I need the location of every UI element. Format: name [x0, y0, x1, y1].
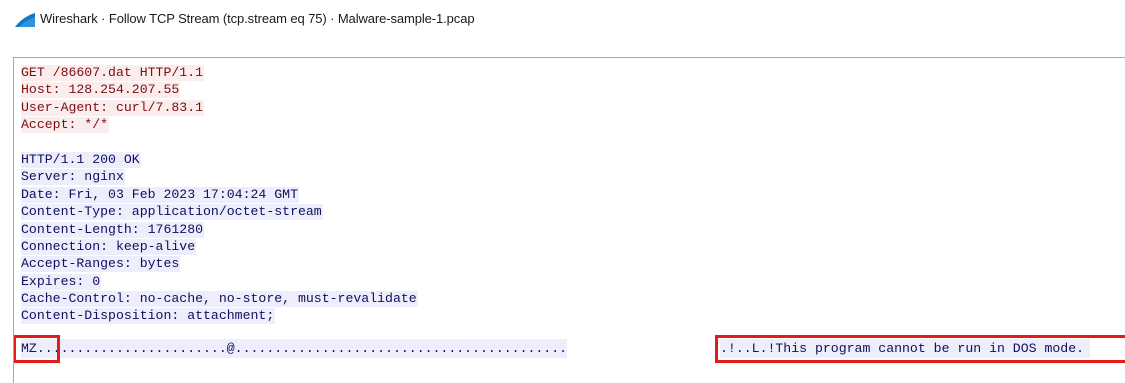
request-line-4: Accept: */* [21, 117, 110, 134]
stream-text[interactable]: GET /86607.dat HTTP/1.1 Host: 128.254.20… [14, 64, 1125, 363]
window-title: Wireshark · Follow TCP Stream (tcp.strea… [40, 11, 475, 26]
response-line-8: Expires: 0 [21, 273, 102, 290]
response-line-10: Content-Disposition: attachment; [21, 308, 276, 325]
dos-stub-text: .!..L.!This program cannot be run in DOS… [720, 338, 1091, 358]
response-line-7: Accept-Ranges: bytes [21, 256, 181, 273]
response-line-5: Content-Length: 1761280 [21, 221, 205, 238]
request-line-3: User-Agent: curl/7.83.1 [21, 99, 205, 116]
response-line-2: Server: nginx [21, 169, 125, 186]
binary-payload-left: MZ........................@.............… [21, 338, 568, 358]
response-line-1: HTTP/1.1 200 OK [21, 151, 141, 168]
request-line-2: Host: 128.254.207.55 [21, 82, 181, 99]
stream-content-pane[interactable]: GET /86607.dat HTTP/1.1 Host: 128.254.20… [13, 57, 1125, 383]
response-line-4: Content-Type: application/octet-stream [21, 204, 323, 221]
request-line-1: GET /86607.dat HTTP/1.1 [21, 65, 205, 81]
follow-tcp-stream-window: Wireshark · Follow TCP Stream (tcp.strea… [0, 0, 1125, 383]
response-line-9: Cache-Control: no-cache, no-store, must-… [21, 291, 418, 308]
response-line-6: Connection: keep-alive [21, 238, 197, 255]
wireshark-fin-icon [15, 13, 35, 27]
title-bar[interactable]: Wireshark · Follow TCP Stream (tcp.strea… [0, 0, 1125, 44]
binary-payload-row: MZ........................@.............… [14, 334, 1125, 363]
response-line-3: Date: Fri, 03 Feb 2023 17:04:24 GMT [21, 186, 299, 203]
